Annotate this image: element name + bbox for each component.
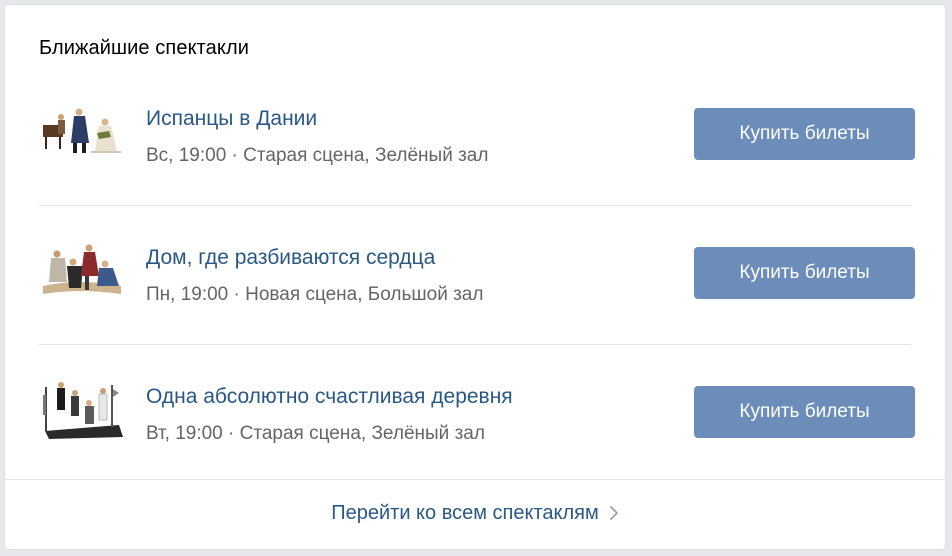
upcoming-shows-widget: Ближайшие спектакли Испанцы в Дании Вс, … bbox=[4, 4, 946, 550]
show-row: Одна абсолютно счастливая деревня Вт, 19… bbox=[5, 345, 945, 484]
show-title[interactable]: Одна абсолютно счастливая деревня bbox=[146, 385, 513, 409]
show-thumbnail[interactable] bbox=[39, 103, 125, 163]
buy-tickets-button[interactable]: Купить билеты bbox=[694, 386, 915, 438]
show-row: Испанцы в Дании Вс, 19:00 · Старая сцена… bbox=[5, 67, 945, 206]
show-meta: Вт, 19:00 · Старая сцена, Зелёный зал bbox=[146, 423, 485, 444]
chevron-right-icon bbox=[609, 505, 619, 521]
widget-footer: Перейти ко всем спектаклям bbox=[5, 479, 945, 550]
show-meta: Вс, 19:00 · Старая сцена, Зелёный зал bbox=[146, 145, 489, 166]
show-thumbnail[interactable] bbox=[39, 381, 125, 441]
show-meta: Пн, 19:00 · Новая сцена, Большой зал bbox=[146, 284, 484, 305]
buy-tickets-button[interactable]: Купить билеты bbox=[694, 108, 915, 160]
widget-title: Ближайшие спектакли bbox=[39, 37, 250, 59]
all-shows-link-label: Перейти ко всем спектаклям bbox=[331, 501, 599, 524]
all-shows-link[interactable]: Перейти ко всем спектаклям bbox=[331, 502, 619, 525]
show-thumbnail[interactable] bbox=[39, 242, 125, 302]
buy-tickets-button[interactable]: Купить билеты bbox=[694, 247, 915, 299]
show-row: Дом, где разбиваются сердца Пн, 19:00 · … bbox=[5, 206, 945, 345]
show-title[interactable]: Дом, где разбиваются сердца bbox=[146, 246, 435, 270]
show-title[interactable]: Испанцы в Дании bbox=[146, 107, 317, 131]
